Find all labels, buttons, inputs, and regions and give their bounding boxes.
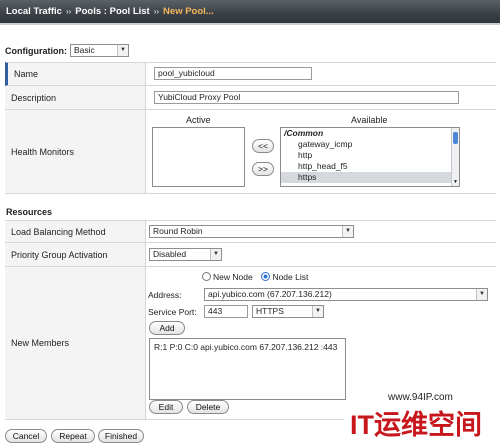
available-item-http-head-f5[interactable]: http_head_f5 [281, 161, 459, 172]
resources-section-title: Resources [6, 207, 53, 217]
health-monitors-label: Health Monitors [11, 146, 75, 157]
pga-label-cell: Priority Group Activation [5, 243, 146, 267]
name-value-cell: pool_yubicloud [146, 62, 496, 86]
lb-method-label: Load Balancing Method [11, 226, 106, 237]
description-input[interactable]: YubiCloud Proxy Pool [154, 91, 459, 104]
description-label: Description [11, 92, 57, 103]
breadcrumb-separator: ›› [153, 7, 160, 16]
description-value-cell: YubiCloud Proxy Pool [146, 86, 496, 110]
pga-cell: Disabled ▼ [146, 243, 496, 267]
pga-select[interactable]: Disabled ▼ [149, 248, 222, 261]
configuration-mode-value: Basic [74, 45, 95, 55]
watermark-brand: IT运维空间 [350, 410, 482, 440]
new-members-label-cell: New Members [5, 267, 146, 420]
breadcrumb-new-pool: New Pool... [163, 6, 214, 17]
available-item-gateway-icmp[interactable]: gateway_icmp [281, 139, 459, 150]
breadcrumb-pool-list[interactable]: Pools : Pool List [75, 6, 149, 17]
watermark-url: www.94IP.com [388, 392, 453, 403]
chevron-down-icon: ▼ [476, 289, 487, 300]
members-list[interactable]: R:1 P:0 C:0 api.yubico.com 67.207.136.21… [149, 338, 346, 400]
description-label-cell: Description [5, 86, 146, 110]
breadcrumb: Local Traffic ›› Pools : Pool List ›› Ne… [0, 0, 500, 25]
member-entry[interactable]: R:1 P:0 C:0 api.yubico.com 67.207.136.21… [154, 342, 345, 352]
repeat-button[interactable]: Repeat [51, 429, 95, 443]
lb-method-value: Round Robin [153, 226, 203, 236]
pga-value: Disabled [153, 249, 187, 259]
address-label: Address: [148, 290, 182, 300]
health-monitors-label-cell: Health Monitors [5, 110, 146, 194]
edit-member-button[interactable]: Edit [149, 400, 183, 414]
chevron-down-icon: ▼ [117, 45, 128, 56]
breadcrumb-separator: ›› [65, 7, 72, 16]
service-value: HTTPS [256, 306, 284, 316]
name-label: Name [14, 69, 39, 79]
scroll-down-icon[interactable]: ▼ [452, 179, 459, 185]
active-header: Active [186, 115, 211, 125]
radio-node-list[interactable] [261, 272, 271, 281]
delete-member-button[interactable]: Delete [187, 400, 229, 414]
available-item-http[interactable]: http [281, 150, 459, 161]
address-select[interactable]: api.yubico.com (67.207.136.212) ▼ [204, 288, 488, 301]
health-monitors-cell: Active Available << >> /Common gateway_i… [146, 110, 496, 194]
active-monitors-list[interactable] [152, 127, 245, 187]
name-label-cell: Name [5, 62, 146, 86]
chevron-down-icon: ▼ [210, 249, 221, 260]
node-type-radios: New Node Node List [202, 272, 308, 282]
available-item-https[interactable]: https [281, 172, 459, 183]
finished-button[interactable]: Finished [98, 429, 144, 443]
cancel-button[interactable]: Cancel [5, 429, 47, 443]
configuration-label: Configuration: [5, 46, 67, 56]
lb-method-select[interactable]: Round Robin ▼ [149, 225, 354, 238]
radio-node-list-label: Node List [272, 272, 309, 282]
scrollbar-thumb[interactable] [453, 132, 458, 144]
pga-label: Priority Group Activation [11, 249, 108, 260]
available-group-common[interactable]: /Common [281, 128, 459, 139]
breadcrumb-local-traffic[interactable]: Local Traffic [6, 6, 62, 17]
radio-new-node-label: New Node [213, 272, 253, 282]
move-right-button[interactable]: >> [252, 162, 274, 176]
move-left-button[interactable]: << [252, 139, 274, 153]
lb-method-label-cell: Load Balancing Method [5, 220, 146, 243]
name-input[interactable]: pool_yubicloud [154, 67, 312, 80]
lb-method-cell: Round Robin ▼ [146, 220, 496, 243]
watermark-logo: IT运维空间 [344, 404, 500, 448]
service-select[interactable]: HTTPS ▼ [252, 305, 324, 318]
new-members-label: New Members [11, 338, 70, 348]
chevron-down-icon: ▼ [312, 306, 323, 317]
service-port-label: Service Port: [148, 307, 197, 317]
available-monitors-list[interactable]: /Common gateway_icmp http http_head_f5 h… [280, 127, 460, 187]
address-value: api.yubico.com (67.207.136.212) [208, 289, 332, 299]
add-member-button[interactable]: Add [149, 321, 185, 335]
radio-new-node[interactable] [202, 272, 211, 281]
service-port-input[interactable]: 443 [204, 305, 248, 318]
chevron-down-icon: ▼ [342, 226, 353, 237]
available-header: Available [351, 115, 388, 125]
configuration-mode-select[interactable]: Basic ▼ [70, 44, 129, 57]
available-list-scrollbar[interactable]: ▼ [451, 128, 459, 186]
